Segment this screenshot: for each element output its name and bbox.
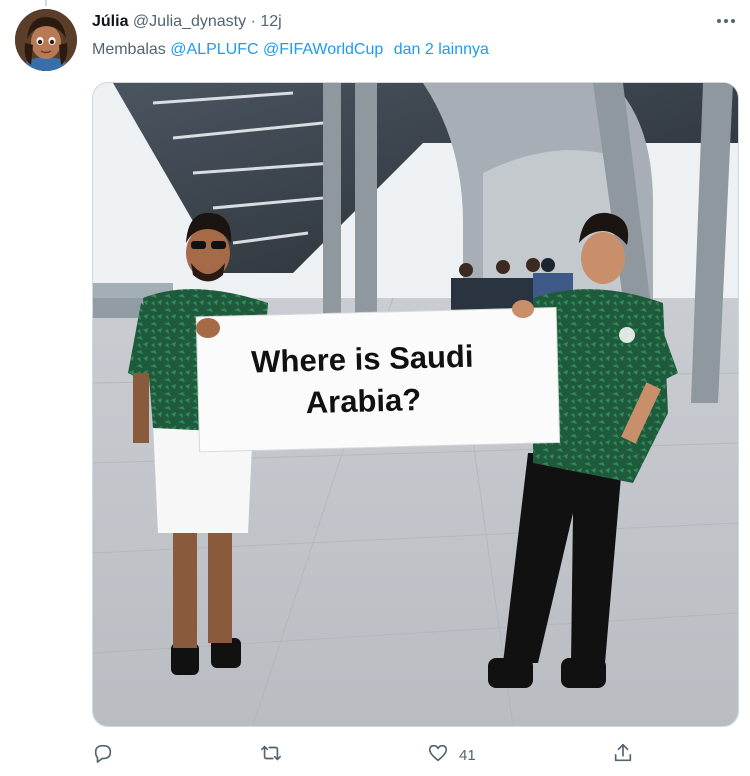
avatar[interactable] [15, 9, 77, 71]
replying-to-label: Membalas [92, 41, 166, 58]
replying-to: Membalas @ALPLUFC @FIFAWorldCup dan 2 la… [92, 40, 489, 60]
retweet-icon [260, 742, 282, 768]
sign-text-line2: Arabia? [305, 382, 421, 420]
like-count: 41 [459, 746, 476, 764]
separator-dot: · [250, 13, 256, 30]
mention-link[interactable]: @ALPLUFC [170, 41, 258, 58]
tweet-photo[interactable]: Where is Saudi Arabia? [92, 82, 739, 727]
timestamp[interactable]: 12j [260, 13, 281, 30]
tweet-actions: 41 [92, 740, 737, 770]
display-name[interactable]: Júlia [92, 13, 128, 30]
like-button[interactable]: 41 [427, 740, 476, 770]
mention-link[interactable]: @FIFAWorldCup [263, 41, 383, 58]
comment-icon [92, 742, 114, 768]
tweet[interactable]: Júlia @Julia_dynasty · 12j Membalas @ALP… [0, 0, 750, 776]
retweet-button[interactable] [260, 740, 282, 770]
reply-button[interactable] [92, 740, 114, 770]
sign-text-line1: Where is Saudi [251, 339, 474, 380]
user-handle[interactable]: @Julia_dynasty [133, 13, 246, 30]
more-options-icon[interactable] [714, 11, 738, 31]
photo-image: Where is Saudi Arabia? [93, 83, 738, 726]
heart-icon [427, 742, 449, 768]
tweet-header: Júlia @Julia_dynasty · 12j [92, 12, 282, 32]
thread-connector-line [45, 0, 47, 6]
share-icon [612, 742, 634, 768]
share-button[interactable] [612, 740, 634, 770]
avatar-image [15, 9, 77, 71]
more-mentions-link[interactable]: dan 2 lainnya [394, 41, 489, 58]
